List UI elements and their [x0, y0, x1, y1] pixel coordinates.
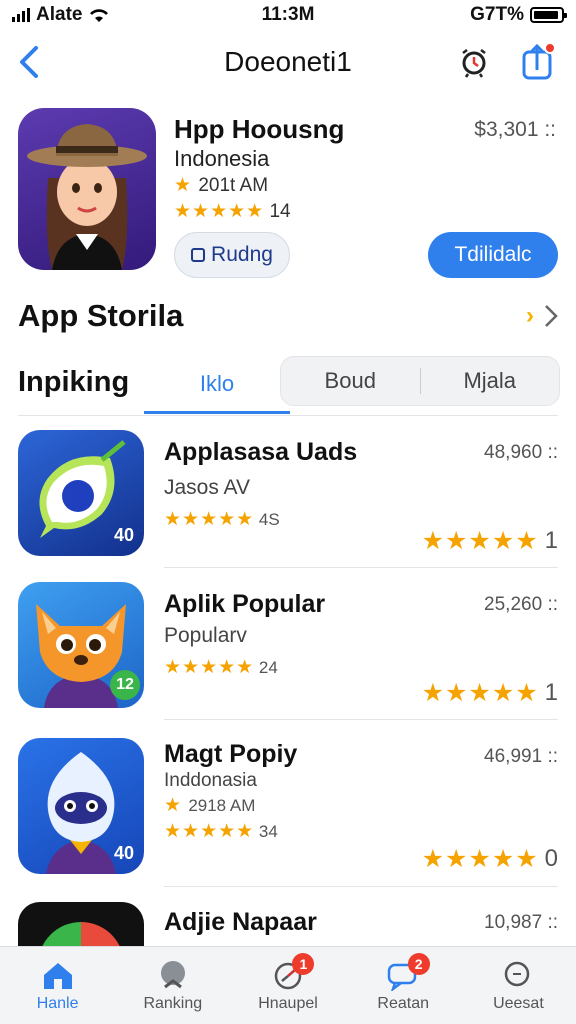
home-icon [43, 963, 72, 989]
app-name: Adjie Napaar [164, 908, 317, 936]
rating-stars-icon: ★★★★★ [174, 201, 265, 222]
rating-stars-icon: ★★★★★ [164, 821, 255, 842]
app-subtitle: Jasos AV [164, 476, 250, 499]
featured-app-icon [18, 108, 156, 270]
app-downloads: 48,960 :: [484, 442, 558, 463]
featured-app-rating: ★★★★★ 14 [174, 200, 291, 223]
tabbar-badge: 2 [407, 953, 430, 975]
tab-iklo[interactable]: Iklo [144, 356, 290, 414]
checkbox-icon [191, 248, 206, 262]
app-icon [18, 902, 144, 946]
cowgirl-avatar-icon [27, 124, 147, 270]
see-all-link[interactable]: › [526, 302, 558, 330]
big-stars-icon: ★★★★★ [421, 845, 539, 873]
app-list-item[interactable]: 40 Applasasa Uads Jasos AV ★★★★★ 4S 48,9… [18, 430, 558, 560]
app-icon: 12 [18, 582, 144, 708]
app-rating-count: 4S [258, 510, 280, 529]
share-button[interactable] [520, 42, 556, 82]
notification-dot [544, 42, 556, 54]
tabbar-label: Ueesat [493, 995, 544, 1012]
big-rating-value: 1 [544, 679, 558, 706]
tabs-label: Inpiking [18, 366, 130, 398]
tab-boud[interactable]: Boud [281, 368, 420, 394]
app-name: Aplik Popular [164, 590, 326, 618]
featured-app-meta-text: 201t AM [198, 175, 269, 196]
chevron-right-icon [545, 305, 558, 327]
tabbar-label: Reatan [377, 995, 429, 1012]
secondary-button-label: Rudng [211, 243, 273, 266]
ranking-icon [160, 961, 185, 989]
featured-app-subtitle: Indonesia [174, 146, 270, 171]
app-icon-badge: 12 [110, 670, 140, 700]
app-rating: ★★★★★ 24 [164, 656, 278, 679]
app-rating: ★★★★★ 4S [164, 508, 280, 531]
app-icon-badge: 40 [113, 843, 134, 863]
app-meta-text: 2918 AM [188, 796, 256, 815]
big-stars-icon: ★★★★★ [421, 679, 539, 707]
row-divider [164, 886, 558, 887]
app-big-rating: ★★★★★ 1 [422, 678, 558, 708]
tabs-divider [18, 415, 558, 416]
app-subtitle: Popularv [164, 624, 247, 647]
accent-arrow-icon: › [526, 302, 534, 329]
app-list-item[interactable]: Adjie Napaar 10,987 :: [18, 902, 558, 946]
segmented-control: Boud Mjala [280, 356, 560, 406]
app-big-rating: ★★★★★ 1 [422, 526, 558, 556]
app-icon: 40 [18, 738, 144, 874]
tabbar-home[interactable]: Hanle [0, 947, 115, 1024]
app-name: Applasasa Uads [164, 438, 358, 466]
tabbar-badge: 1 [292, 953, 315, 975]
app-meta: ★ 2918 AM [164, 794, 255, 817]
pie-logo-icon [42, 922, 120, 946]
section-heading: App Storila [18, 298, 184, 333]
app-rating: ★★★★★ 34 [164, 820, 278, 843]
app-icon-badge: 40 [113, 525, 134, 545]
battery-percent: G7T% [470, 4, 524, 25]
featured-rating-count: 14 [269, 201, 291, 222]
featured-app-card[interactable]: Hpp Hoousng Indonesia ★ 201t AM ★★★★★ 14… [18, 108, 558, 278]
row-divider [164, 719, 558, 720]
bottom-tab-bar: Hanle Ranking 1 Hnaupel 2 Reatan Ueesat [0, 946, 576, 1024]
tabbar-label: Ranking [143, 995, 203, 1012]
ranking-tabs: Inpiking Iklo Boud Mjala [18, 356, 560, 416]
rating-stars-icon: ★★★★★ [164, 509, 255, 530]
battery-icon [530, 7, 567, 23]
big-rating-value: 0 [544, 845, 558, 872]
featured-app-price: $3,301 :: [474, 118, 556, 141]
app-subtitle: Inddonasia [164, 770, 257, 791]
app-list-item[interactable]: 40 Magt Popiy Inddonasia ★ 2918 AM ★★★★★… [18, 738, 558, 878]
app-rating-count: 34 [258, 822, 278, 841]
app-icon: 40 [18, 430, 144, 556]
tabbar-label: Hnaupel [258, 995, 318, 1012]
secondary-action-button[interactable]: Rudng [174, 232, 290, 278]
battery-group: G7T% [470, 4, 567, 26]
row-divider [164, 567, 558, 568]
section-header: App Storila › [18, 298, 558, 342]
primary-action-button[interactable]: Tdilidalc [428, 232, 558, 278]
app-name: Magt Popiy [164, 740, 298, 768]
tabbar-updates[interactable]: 1 Hnaupel [230, 947, 345, 1024]
app-downloads: 25,260 :: [484, 594, 558, 615]
big-stars-icon: ★★★★★ [421, 527, 539, 555]
app-rating-count: 24 [258, 658, 278, 677]
featured-app-meta: ★ 201t AM [174, 174, 268, 197]
big-rating-value: 1 [544, 527, 558, 554]
alarm-clock-icon[interactable] [458, 46, 490, 78]
app-list-item[interactable]: 12 Aplik Popular Popularv ★★★★★ 24 25,26… [18, 582, 558, 712]
star-icon: ★ [164, 795, 189, 816]
tab-mjala[interactable]: Mjala [421, 368, 560, 394]
nav-bar: Doeoneti1 [0, 34, 576, 90]
tabbar-label: Hanle [36, 995, 79, 1012]
app-downloads: 46,991 :: [484, 746, 558, 767]
app-downloads: 10,987 :: [484, 912, 558, 933]
rating-stars-icon: ★★★★★ [164, 657, 255, 678]
search-icon [505, 961, 530, 987]
tabbar-ranking[interactable]: Ranking [115, 947, 230, 1024]
star-icon: ★ [174, 175, 199, 196]
tabbar-search[interactable]: Ueesat [461, 947, 576, 1024]
tabbar-messages[interactable]: 2 Reatan [346, 947, 461, 1024]
status-bar: Alate 11:3M G7T% [0, 0, 576, 30]
featured-app-name: Hpp Hoousng [174, 114, 345, 144]
app-big-rating: ★★★★★ 0 [422, 844, 558, 874]
